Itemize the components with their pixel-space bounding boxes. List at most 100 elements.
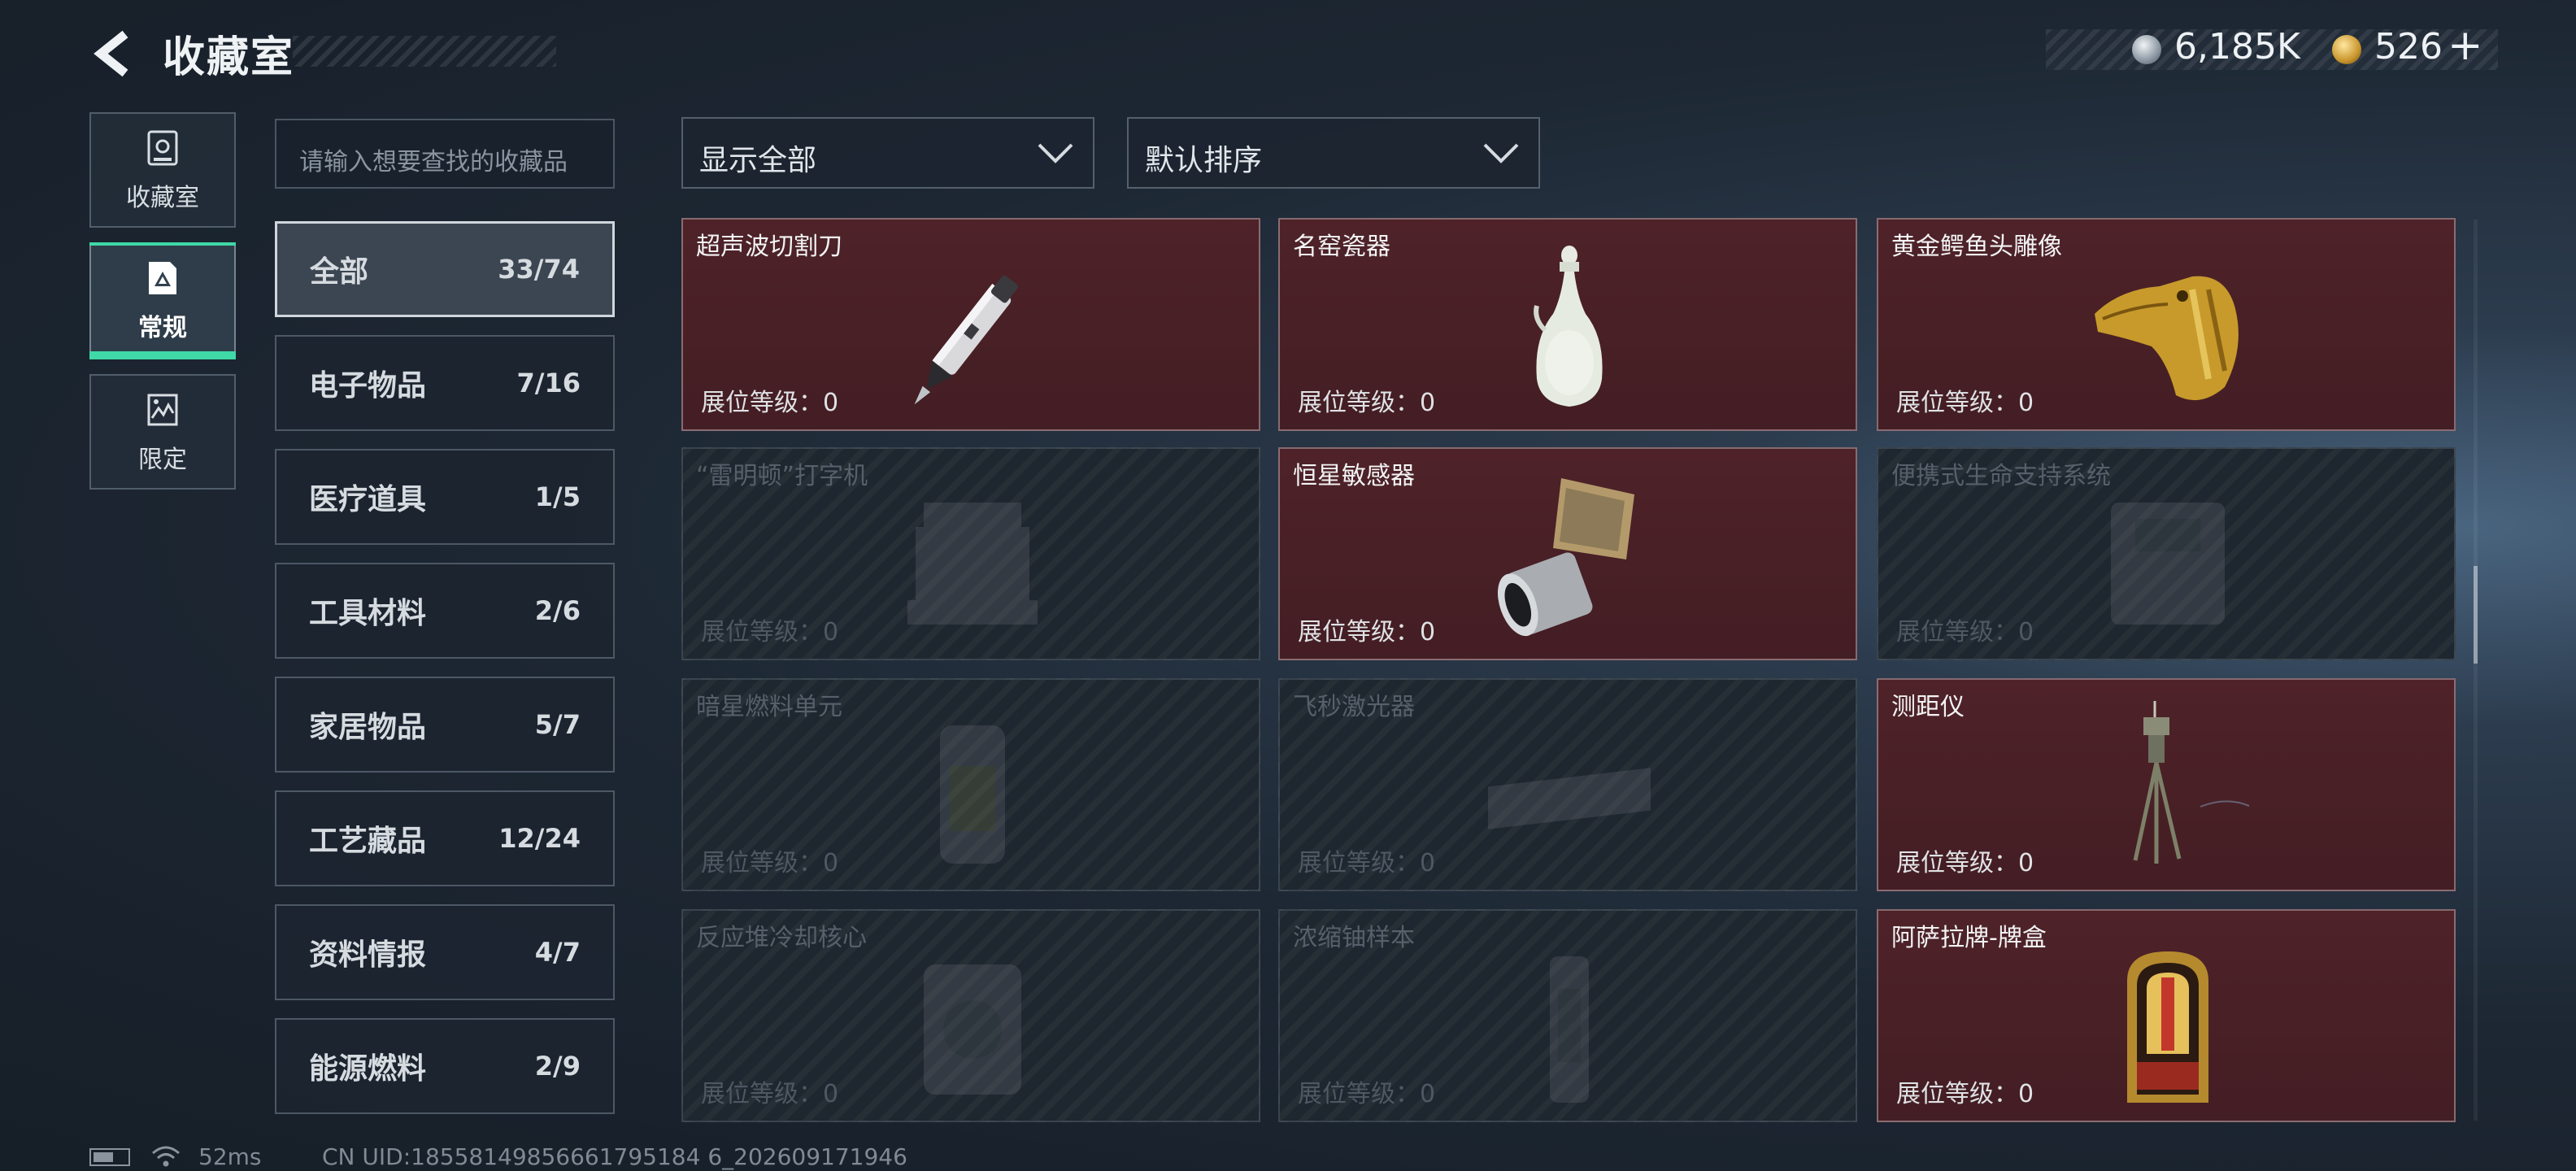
item-level: 展位等级：0: [701, 849, 839, 877]
display-filter-value: 显示全部: [699, 144, 817, 177]
item-level: 展位等级：0: [1896, 1080, 2034, 1108]
grid-scrollbar-thumb[interactable]: [2474, 566, 2478, 664]
star-sensor-icon: [1497, 478, 1634, 637]
item-level: 展位等级：0: [1298, 618, 1436, 646]
nav-vault-label: 收藏室: [126, 184, 199, 212]
nav-regular-label: 常规: [138, 314, 187, 342]
porcelain-vase-icon: [1534, 246, 1603, 407]
battery-icon: [89, 1148, 130, 1166]
chevron-down-icon: [1483, 143, 1519, 163]
add-currency-button[interactable]: +: [2448, 21, 2483, 70]
fuel-cell-icon: [940, 725, 1005, 864]
nav-limited-label: 限定: [138, 446, 187, 474]
golden-crocodile-head-icon: [2095, 276, 2239, 401]
item-level: 展位等级：0: [701, 618, 839, 646]
gold-amount: 526: [2374, 26, 2443, 67]
category-count: 2/6: [534, 595, 581, 626]
item-card-reactor-core[interactable]: 反应堆冷却核心 展位等级：0: [681, 909, 1260, 1122]
item-card-star-sensor[interactable]: 恒星敏感器 展位等级：0: [1278, 447, 1857, 660]
item-name: “雷明顿”打字机: [696, 462, 868, 490]
silver-amount: 6,185K: [2174, 26, 2300, 67]
item-name: 测距仪: [1891, 693, 1965, 721]
category-count: 7/16: [516, 368, 581, 398]
nav-limited[interactable]: 限定: [89, 374, 236, 490]
category-count: 33/74: [498, 254, 580, 285]
title-decoration: [293, 36, 556, 67]
nav-active-indicator: [89, 351, 236, 359]
user-uid: CN UID:18558149856661795184 6_2026091719…: [322, 1143, 907, 1170]
sort-dropdown[interactable]: 默认排序: [1127, 117, 1540, 189]
item-card-golden-crocodile[interactable]: 黄金鳄鱼头雕像 展位等级：0: [1877, 218, 2456, 431]
item-level: 展位等级：0: [1298, 389, 1436, 417]
category-medical[interactable]: 医疗道具 1/5: [275, 449, 615, 545]
grid-scrollbar-track[interactable]: [2474, 220, 2478, 1121]
ultrasonic-blade-icon: [914, 275, 1018, 405]
item-card-porcelain[interactable]: 名窑瓷器 展位等级：0: [1278, 218, 1857, 431]
item-name: 超声波切割刀: [696, 233, 842, 261]
item-card-rangefinder[interactable]: 测距仪 展位等级：0: [1877, 678, 2456, 891]
item-level: 展位等级：0: [1896, 849, 2034, 877]
item-card-uranium-sample[interactable]: 浓缩铀样本 展位等级：0: [1278, 909, 1857, 1122]
category-crafts[interactable]: 工艺藏品 12/24: [275, 790, 615, 886]
gold-coin-icon: [2332, 35, 2361, 64]
display-filter-dropdown[interactable]: 显示全部: [681, 117, 1094, 189]
item-name: 恒星敏感器: [1293, 462, 1415, 490]
search-input[interactable]: 请输入想要查找的收藏品: [275, 119, 615, 189]
back-button[interactable]: [89, 29, 138, 78]
typewriter-icon: [907, 503, 1038, 625]
category-household[interactable]: 家居物品 5/7: [275, 677, 615, 773]
item-level: 展位等级：0: [701, 389, 839, 417]
category-count: 5/7: [534, 709, 581, 740]
category-tools[interactable]: 工具材料 2/6: [275, 563, 615, 659]
item-card-ultrasonic-blade[interactable]: 超声波切割刀 展位等级：0: [681, 218, 1260, 431]
category-count: 4/7: [534, 937, 581, 968]
item-card-fuel-cell[interactable]: 暗星燃料单元 展位等级：0: [681, 678, 1260, 891]
item-level: 展位等级：0: [1298, 849, 1436, 877]
card-box-icon: [2127, 951, 2208, 1103]
category-name: 全部: [310, 255, 369, 289]
item-name: 黄金鳄鱼头雕像: [1891, 233, 2062, 261]
item-name: 阿萨拉牌-牌盒: [1891, 924, 2047, 952]
nav-regular[interactable]: 常规: [89, 242, 236, 358]
nav-active-indicator-top: [89, 242, 236, 246]
category-name: 电子物品: [309, 369, 427, 403]
item-level: 展位等级：0: [1298, 1080, 1436, 1108]
item-name: 名窑瓷器: [1293, 233, 1390, 261]
item-name: 飞秒激光器: [1293, 693, 1415, 721]
category-count: 2/9: [534, 1051, 581, 1082]
life-support-icon: [2111, 503, 2225, 625]
silver-coin-icon: [2132, 35, 2161, 64]
item-level: 展位等级：0: [701, 1080, 839, 1108]
category-name: 工艺藏品: [309, 825, 427, 858]
sort-value: 默认排序: [1145, 144, 1263, 177]
item-level: 展位等级：0: [1896, 389, 2034, 417]
rangefinder-icon: [2133, 701, 2249, 864]
category-name: 能源燃料: [309, 1052, 427, 1086]
chevron-down-icon: [1038, 143, 1073, 163]
back-arrow-icon: [94, 30, 128, 77]
category-count: 1/5: [534, 481, 581, 512]
category-intel[interactable]: 资料情报 4/7: [275, 904, 615, 1000]
item-card-life-support[interactable]: 便携式生命支持系统 展位等级：0: [1877, 447, 2456, 660]
item-name: 反应堆冷却核心: [696, 924, 867, 952]
reactor-core-icon: [924, 964, 1021, 1095]
category-count: 12/24: [498, 823, 581, 854]
limited-collection-icon: [147, 394, 178, 426]
category-name: 资料情报: [309, 938, 427, 972]
uranium-sample-icon: [1550, 956, 1589, 1103]
page-title: 收藏室: [163, 33, 295, 82]
category-name: 工具材料: [309, 597, 427, 630]
item-name: 暗星燃料单元: [696, 693, 842, 721]
vault-icon: [147, 130, 178, 166]
item-card-typewriter[interactable]: “雷明顿”打字机 展位等级：0: [681, 447, 1260, 660]
item-level: 展位等级：0: [1896, 618, 2034, 646]
item-card-femtosecond-laser[interactable]: 飞秒激光器 展位等级：0: [1278, 678, 1857, 891]
nav-vault[interactable]: 收藏室: [89, 112, 236, 228]
item-card-asala-card-box[interactable]: 阿萨拉牌-牌盒 展位等级：0: [1877, 909, 2456, 1122]
category-electronics[interactable]: 电子物品 7/16: [275, 335, 615, 431]
category-name: 家居物品: [309, 711, 427, 744]
wifi-icon: [152, 1146, 180, 1167]
category-name: 医疗道具: [309, 483, 427, 516]
category-all[interactable]: 全部 33/74: [275, 221, 615, 317]
category-energy[interactable]: 能源燃料 2/9: [275, 1018, 615, 1114]
